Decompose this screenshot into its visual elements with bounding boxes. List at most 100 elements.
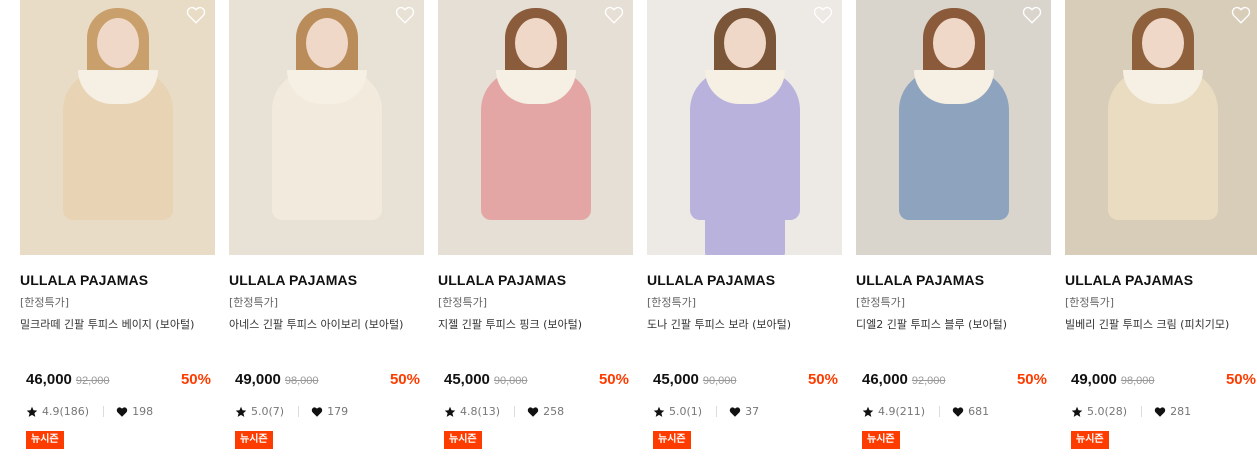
model-head-shape [932,18,975,68]
model-head-shape [305,18,348,68]
sale-price: 46,000 [26,371,72,388]
model-head-shape [1141,18,1184,68]
new-season-badge: 뉴시즌 [1071,431,1109,449]
product-image[interactable] [647,0,842,255]
divider [939,406,941,417]
product-card[interactable]: ULLALA PAJAMAS [한정특가] 빌베리 긴팔 투피스 크림 (피치기… [1065,0,1257,449]
price-row: 46,000 92,000 50% [26,371,215,388]
likes-count: 681 [968,405,990,418]
promo-tag: [한정특가] [20,296,70,309]
model-head-shape [514,18,557,68]
sale-price: 49,000 [235,371,281,388]
review-meta: 4.9(211) 681 [862,405,989,418]
product-name[interactable]: 도나 긴팔 투피스 보라 (보아털) [647,317,842,333]
likes-count: 198 [132,405,154,418]
original-price: 98,000 [284,375,319,387]
wishlist-button[interactable] [812,4,834,26]
discount-rate: 50% [807,371,838,388]
model-pants-shape [704,200,785,255]
product-name[interactable]: 빌베리 긴팔 투피스 크림 (피치기모) [1065,317,1257,333]
brand-name[interactable]: ULLALA PAJAMAS [229,271,424,289]
model-head-shape [723,18,766,68]
product-card[interactable]: ULLALA PAJAMAS [한정특가] 밀크라떼 긴팔 투피스 베이지 (보… [20,0,215,449]
wishlist-button[interactable] [185,4,207,26]
original-price: 98,000 [1120,375,1155,387]
wishlist-button[interactable] [603,4,625,26]
original-price: 90,000 [702,375,737,387]
price-row: 46,000 92,000 50% [862,371,1051,388]
likes-count: 281 [1170,405,1192,418]
heart-filled-icon [116,406,128,418]
heart-outline-icon [1022,6,1042,24]
promo-tag: [한정특가] [229,296,279,309]
product-name[interactable]: 지젤 긴팔 투피스 핑크 (보아털) [438,317,633,333]
star-icon [653,406,665,418]
heart-outline-icon [604,6,624,24]
sale-price: 49,000 [1071,371,1117,388]
review-meta: 5.0(7) 179 [235,405,348,418]
review-meta: 4.8(13) 258 [444,405,564,418]
sale-price: 45,000 [444,371,490,388]
new-season-badge: 뉴시즌 [653,431,691,449]
promo-tag: [한정특가] [647,296,697,309]
heart-filled-icon [952,406,964,418]
product-card[interactable]: ULLALA PAJAMAS [한정특가] 도나 긴팔 투피스 보라 (보아털)… [647,0,842,449]
new-season-badge: 뉴시즌 [862,431,900,449]
product-list: ULLALA PAJAMAS [한정특가] 밀크라떼 긴팔 투피스 베이지 (보… [20,0,1257,449]
rating-text: 4.9(211) [878,405,926,418]
star-icon [862,406,874,418]
new-season-badge: 뉴시즌 [444,431,482,449]
brand-name[interactable]: ULLALA PAJAMAS [438,271,633,289]
review-meta: 4.9(186) 198 [26,405,153,418]
rating-text: 5.0(1) [669,405,703,418]
star-icon [235,406,247,418]
heart-outline-icon [1231,6,1251,24]
original-price: 92,000 [911,375,946,387]
divider [514,406,516,417]
product-name[interactable]: 디엘2 긴팔 투피스 블루 (보아털) [856,317,1051,333]
new-season-badge: 뉴시즌 [26,431,64,449]
product-image[interactable] [20,0,215,255]
likes-count: 37 [745,405,760,418]
product-image[interactable] [1065,0,1257,255]
likes-count: 179 [327,405,349,418]
brand-name[interactable]: ULLALA PAJAMAS [20,271,215,289]
discount-rate: 50% [389,371,420,388]
price-row: 49,000 98,000 50% [235,371,424,388]
discount-rate: 50% [180,371,211,388]
product-image[interactable] [229,0,424,255]
price-row: 45,000 90,000 50% [653,371,842,388]
product-image[interactable] [856,0,1051,255]
discount-rate: 50% [598,371,629,388]
heart-filled-icon [311,406,323,418]
product-card[interactable]: ULLALA PAJAMAS [한정특가] 디엘2 긴팔 투피스 블루 (보아털… [856,0,1051,449]
divider [298,406,300,417]
wishlist-button[interactable] [1021,4,1043,26]
heart-filled-icon [1154,406,1166,418]
product-name[interactable]: 아네스 긴팔 투피스 아이보리 (보아털) [229,317,424,333]
product-name[interactable]: 밀크라떼 긴팔 투피스 베이지 (보아털) [20,317,215,333]
new-season-badge: 뉴시즌 [235,431,273,449]
rating-text: 5.0(28) [1087,405,1128,418]
brand-name[interactable]: ULLALA PAJAMAS [856,271,1051,289]
wishlist-button[interactable] [1230,4,1252,26]
original-price: 92,000 [75,375,110,387]
divider [103,406,105,417]
brand-name[interactable]: ULLALA PAJAMAS [1065,271,1257,289]
discount-rate: 50% [1225,371,1256,388]
brand-name[interactable]: ULLALA PAJAMAS [647,271,842,289]
rating-text: 5.0(7) [251,405,285,418]
sale-price: 45,000 [653,371,699,388]
star-icon [1071,406,1083,418]
heart-filled-icon [527,406,539,418]
product-card[interactable]: ULLALA PAJAMAS [한정특가] 지젤 긴팔 투피스 핑크 (보아털)… [438,0,633,449]
wishlist-button[interactable] [394,4,416,26]
heart-outline-icon [395,6,415,24]
heart-outline-icon [813,6,833,24]
star-icon [26,406,38,418]
product-image[interactable] [438,0,633,255]
promo-tag: [한정특가] [856,296,906,309]
product-card[interactable]: ULLALA PAJAMAS [한정특가] 아네스 긴팔 투피스 아이보리 (보… [229,0,424,449]
discount-rate: 50% [1016,371,1047,388]
rating-text: 4.9(186) [42,405,90,418]
